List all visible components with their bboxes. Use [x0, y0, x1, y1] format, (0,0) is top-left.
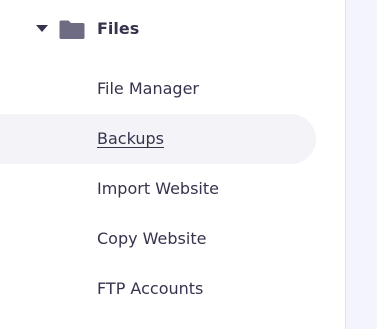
sidebar: Files File Manager Backups Import Websit… [0, 0, 345, 329]
main-content-area [345, 0, 377, 329]
caret-down-icon[interactable] [36, 25, 48, 32]
sidebar-item-copy-website[interactable]: Copy Website [0, 214, 316, 264]
sidebar-item-ftp-accounts[interactable]: FTP Accounts [0, 264, 316, 314]
sidebar-item-label: Backups [97, 129, 164, 148]
sidebar-item-import-website[interactable]: Import Website [0, 164, 316, 214]
sidebar-item-backups[interactable]: Backups [0, 114, 316, 164]
sidebar-item-label: Import Website [97, 179, 219, 198]
sidebar-item-file-manager[interactable]: File Manager [0, 64, 316, 114]
section-title-files: Files [97, 19, 140, 38]
sidebar-item-label: Copy Website [97, 229, 207, 248]
files-section-header[interactable]: Files [0, 12, 330, 46]
folder-icon [59, 19, 85, 39]
sidebar-item-label: FTP Accounts [97, 279, 204, 298]
sidebar-item-label: File Manager [97, 79, 199, 98]
